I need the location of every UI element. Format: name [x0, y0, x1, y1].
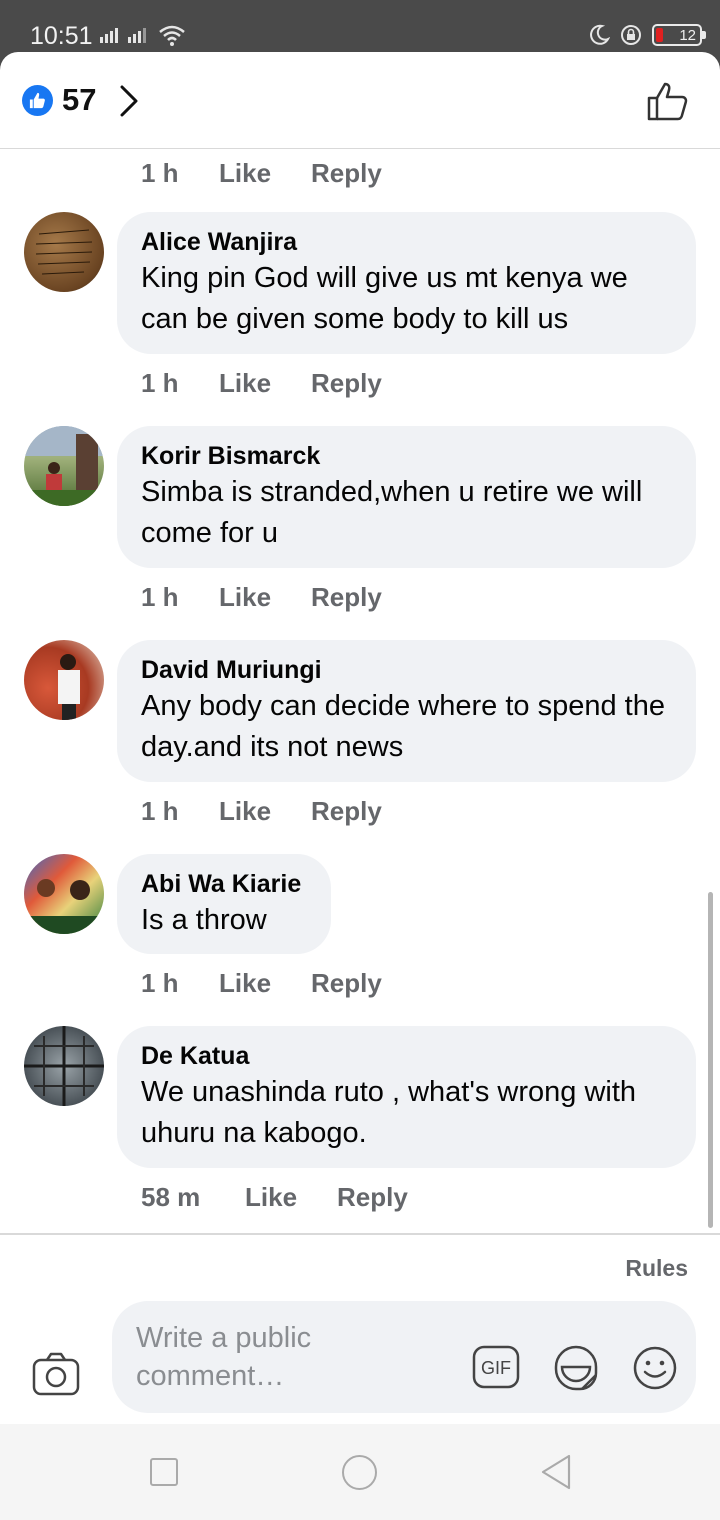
like-comment-button[interactable]: Like: [219, 968, 311, 999]
gif-icon[interactable]: GIF: [472, 1345, 520, 1389]
comment-author[interactable]: Alice Wanjira: [141, 226, 672, 258]
comment-author[interactable]: Korir Bismarck: [141, 440, 672, 472]
reply-comment-button[interactable]: Reply: [311, 968, 382, 999]
like-comment-button[interactable]: Like: [219, 796, 311, 827]
reply-comment-button[interactable]: Reply: [311, 796, 382, 827]
comment-text: Simba is stranded,when u retire we will …: [141, 476, 643, 549]
reply-comment-button[interactable]: Reply: [311, 158, 382, 189]
comment-time: 1 h: [141, 796, 179, 826]
comment-bubble[interactable]: De Katua We unashinda ruto , what's wron…: [117, 1026, 696, 1168]
comment-meta: 1 h Like Reply: [141, 158, 382, 189]
sticker-icon[interactable]: [552, 1345, 600, 1393]
like-comment-button[interactable]: Like: [219, 582, 311, 613]
comment-meta: 58 m Like Reply: [141, 1182, 408, 1213]
battery-level: 12: [679, 26, 696, 44]
camera-icon[interactable]: [32, 1352, 80, 1396]
reply-comment-button[interactable]: Reply: [311, 582, 382, 613]
avatar[interactable]: [24, 1026, 104, 1106]
comment-text: Any body can decide where to spend the d…: [141, 690, 665, 763]
rotation-lock-icon: [621, 25, 641, 45]
like-reaction-icon: [22, 85, 53, 116]
comment-meta: 1 h Like Reply: [141, 368, 382, 399]
comment-input-placeholder[interactable]: Write a public comment…: [136, 1319, 436, 1395]
comment-meta: 1 h Like Reply: [141, 582, 382, 613]
comment-bubble[interactable]: Korir Bismarck Simba is stranded,when u …: [117, 426, 696, 568]
comment-bubble[interactable]: Alice Wanjira King pin God will give us …: [117, 212, 696, 354]
battery-icon: 12: [652, 24, 706, 46]
chevron-right-icon[interactable]: [118, 84, 140, 118]
comment-bubble[interactable]: David Muriungi Any body can decide where…: [117, 640, 696, 782]
comment-time: 1 h: [141, 582, 179, 612]
comments-sheet: 57 1 h Like Reply Alice Wanjira King pin…: [0, 52, 720, 1424]
comment-time: 58 m: [141, 1182, 201, 1212]
reactions-header: 57: [0, 52, 720, 149]
comment-input[interactable]: Write a public comment… GIF: [112, 1301, 696, 1413]
avatar[interactable]: [24, 854, 104, 934]
comment-time: 1 h: [141, 968, 179, 998]
comment-text: We unashinda ruto , what's wrong with uh…: [141, 1076, 637, 1149]
rules-link[interactable]: Rules: [625, 1255, 688, 1282]
gif-label: GIF: [481, 1358, 511, 1378]
avatar[interactable]: [24, 640, 104, 720]
moon-icon: [590, 24, 610, 45]
avatar[interactable]: [24, 426, 104, 506]
emoji-icon[interactable]: [632, 1345, 678, 1391]
like-page-button[interactable]: [646, 80, 690, 122]
like-comment-button[interactable]: Like: [219, 368, 311, 399]
comment-time: 1 h: [141, 368, 179, 398]
status-time: 10:51: [30, 22, 93, 50]
system-navigation-bar: [0, 1424, 720, 1520]
comment-time: 1 h: [141, 158, 179, 188]
comment-text: King pin God will give us mt kenya we ca…: [141, 262, 628, 335]
avatar[interactable]: [24, 212, 104, 292]
back-button[interactable]: [540, 1454, 572, 1490]
comment-meta: 1 h Like Reply: [141, 796, 382, 827]
home-button[interactable]: [342, 1455, 377, 1490]
comment-bubble[interactable]: Abi Wa Kiarie Is a throw: [117, 854, 331, 954]
wifi-icon: [159, 25, 185, 46]
reply-comment-button[interactable]: Reply: [337, 1182, 408, 1213]
comments-list: 1 h Like Reply Alice Wanjira King pin Go…: [0, 150, 720, 1233]
comment-author[interactable]: De Katua: [141, 1040, 672, 1072]
reply-comment-button[interactable]: Reply: [311, 368, 382, 399]
reaction-count[interactable]: 57: [62, 82, 96, 118]
comment-composer: Rules Write a public comment… GIF: [0, 1233, 720, 1424]
comment-meta: 1 h Like Reply: [141, 968, 382, 999]
comment-author[interactable]: Abi Wa Kiarie: [141, 868, 307, 900]
signal-icon-2: [128, 28, 146, 43]
scrollbar[interactable]: [708, 892, 713, 1228]
signal-icon-1: [100, 28, 118, 43]
status-bar: 10:51 12: [0, 0, 720, 56]
like-comment-button[interactable]: Like: [219, 158, 311, 189]
comment-text: Is a throw: [141, 904, 267, 936]
like-comment-button[interactable]: Like: [245, 1182, 337, 1213]
recent-apps-button[interactable]: [150, 1458, 178, 1486]
comment-author[interactable]: David Muriungi: [141, 654, 672, 686]
